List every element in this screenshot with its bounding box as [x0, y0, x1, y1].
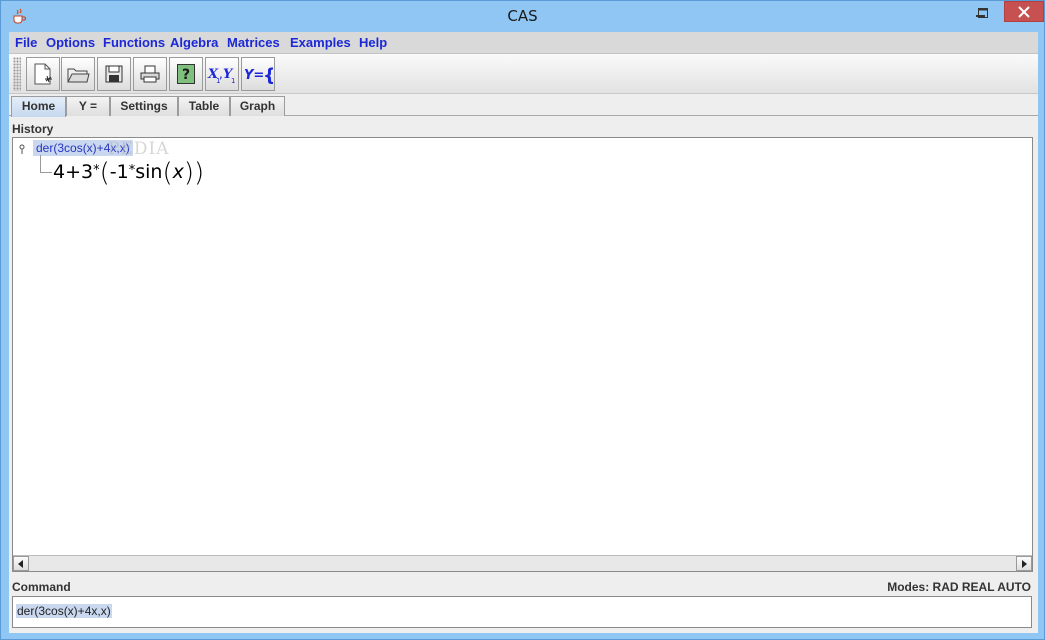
- save-disk-icon: [105, 65, 123, 83]
- svg-text:{: {: [263, 65, 273, 86]
- open-folder-icon: [67, 68, 90, 83]
- tree-expand-icon[interactable]: [18, 144, 28, 154]
- x1y1-button[interactable]: X 1 , Y 1: [205, 57, 239, 91]
- open-button[interactable]: [61, 57, 95, 91]
- result-variable: x: [172, 161, 184, 183]
- menu-matrices[interactable]: Matrices: [227, 35, 280, 50]
- maximize-button[interactable]: [969, 2, 996, 23]
- client-area: File Options Functions Algebra Matrices …: [9, 32, 1038, 633]
- svg-text:1: 1: [231, 77, 235, 85]
- maximize-icon: [977, 7, 988, 18]
- tab-table[interactable]: Table: [178, 96, 230, 116]
- arrow-left-icon: [18, 559, 23, 568]
- command-panel: Command Modes: RAD REAL AUTO der(3cos(x)…: [9, 577, 1035, 633]
- toolbar: ? X 1 , Y 1 Y= {: [9, 54, 1038, 94]
- history-entry-result[interactable]: 4+3*(-1*sin(x)): [53, 158, 204, 188]
- result-part: 4+3: [53, 161, 94, 183]
- menu-bar: File Options Functions Algebra Matrices …: [9, 32, 1038, 54]
- tab-bar: Home Y = Settings Table Graph: [9, 94, 1038, 117]
- print-icon: [140, 65, 160, 83]
- scroll-right-button[interactable]: [1016, 556, 1032, 571]
- help-question-icon: ?: [177, 64, 195, 84]
- window-title: CAS: [507, 7, 538, 25]
- tab-graph[interactable]: Graph: [230, 96, 285, 116]
- result-paren: ): [183, 158, 195, 188]
- history-panel: History der(3cos(x)+4x,x) PEDIA 4+3*(-1*…: [9, 117, 1035, 577]
- result-paren: ): [194, 158, 205, 188]
- menu-help[interactable]: Help: [359, 35, 387, 50]
- title-bar[interactable]: CAS: [1, 1, 1044, 32]
- menu-file[interactable]: File: [15, 35, 37, 50]
- help-button[interactable]: ?: [169, 57, 203, 91]
- watermark-text: PEDIA: [108, 139, 170, 159]
- y-equals-brace-icon: Y= {: [244, 65, 273, 86]
- new-document-icon: [34, 63, 52, 85]
- svg-text:?: ?: [182, 67, 190, 83]
- new-button[interactable]: [26, 57, 60, 91]
- svg-text:Y=: Y=: [244, 68, 264, 83]
- menu-options[interactable]: Options: [46, 35, 95, 50]
- modes-status: Modes: RAD REAL AUTO: [887, 580, 1031, 594]
- close-icon: [1018, 5, 1030, 18]
- close-button[interactable]: [1004, 1, 1044, 22]
- app-window: CAS File Options Functions Algebra Matri…: [0, 0, 1045, 640]
- menu-functions[interactable]: Functions: [103, 35, 165, 50]
- history-view[interactable]: der(3cos(x)+4x,x) PEDIA 4+3*(-1*sin(x)): [12, 137, 1033, 572]
- result-function: sin: [135, 161, 163, 183]
- tab-home[interactable]: Home: [11, 96, 66, 117]
- toolbar-grip[interactable]: [13, 57, 21, 91]
- history-label: History: [12, 122, 54, 136]
- menu-examples[interactable]: Examples: [290, 35, 351, 50]
- x1y1-icon: X 1 , Y 1: [207, 67, 235, 85]
- y-equals-button[interactable]: Y= {: [241, 57, 275, 91]
- result-part: -1: [109, 161, 129, 183]
- arrow-right-icon: [1022, 559, 1027, 568]
- result-paren: (: [99, 158, 110, 188]
- command-input-text: der(3cos(x)+4x,x): [16, 604, 112, 618]
- tree-connector: [40, 155, 52, 173]
- horizontal-scrollbar[interactable]: [13, 555, 1032, 571]
- tab-y-equals[interactable]: Y =: [66, 96, 110, 116]
- save-button[interactable]: [97, 57, 131, 91]
- scroll-left-button[interactable]: [13, 556, 29, 571]
- result-paren: (: [162, 158, 173, 188]
- command-input[interactable]: der(3cos(x)+4x,x): [12, 596, 1032, 628]
- tab-settings[interactable]: Settings: [110, 96, 178, 116]
- print-button[interactable]: [133, 57, 167, 91]
- command-label: Command: [12, 580, 71, 594]
- menu-algebra[interactable]: Algebra: [170, 35, 218, 50]
